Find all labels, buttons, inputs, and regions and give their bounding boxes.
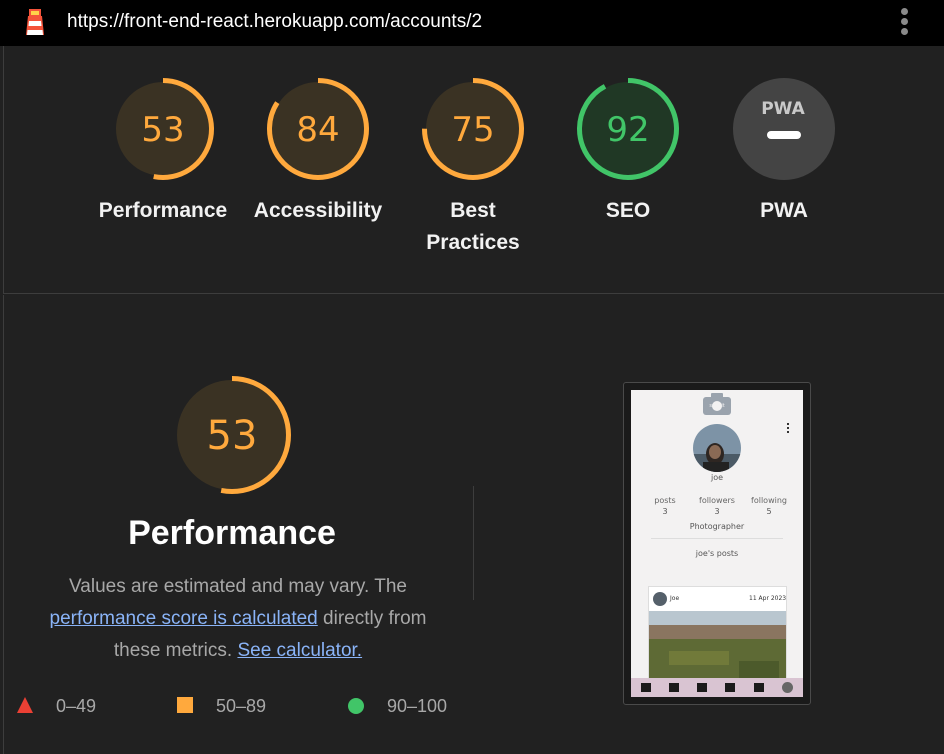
svg-text:PWA: PWA <box>761 99 805 119</box>
browser-address-bar: https://front-end-react.herokuapp.com/ac… <box>0 0 944 46</box>
performance-detail: 53 Performance Values are estimated and … <box>3 295 944 754</box>
post-card[interactable]: Joe 11 Apr 2023 <box>648 586 787 686</box>
gauge-label: PWA <box>760 199 808 222</box>
gauge-best-practices[interactable]: 75 Best Practices <box>398 46 548 259</box>
gauge-score: 84 <box>296 110 339 150</box>
gauge-pwa[interactable]: PWA PWA <box>709 46 859 227</box>
add-post-icon[interactable] <box>725 683 735 692</box>
more-options-icon[interactable] <box>787 423 789 433</box>
gauge-ring: 84 <box>267 78 369 180</box>
gauge-ring: 75 <box>422 78 524 180</box>
performance-gauge-large: 53 <box>173 376 291 494</box>
lighthouse-icon <box>26 9 44 35</box>
see-calculator-link[interactable]: See calculator. <box>237 640 362 661</box>
gauge-score: 53 <box>141 110 184 150</box>
gauge-score: 92 <box>606 110 649 150</box>
triangle-icon <box>17 697 33 713</box>
sign-out-icon[interactable] <box>697 683 707 692</box>
gauge-accessibility[interactable]: 84 Accessibility <box>243 46 393 227</box>
score-calculated-link[interactable]: performance score is calculated <box>50 608 318 629</box>
score-summary: 53 Performance 84 Accessibility 75 Best … <box>3 46 944 294</box>
camera-logo-icon: snapit <box>703 393 731 415</box>
bookmark-icon[interactable] <box>754 683 764 692</box>
gauge-label: SEO <box>605 199 651 222</box>
gauge-ring: 53 <box>112 78 214 180</box>
circle-icon <box>348 698 364 714</box>
gauge-label: Best Practices <box>426 199 520 254</box>
profile-username: joe <box>710 473 724 482</box>
home-icon[interactable] <box>641 683 651 692</box>
mail-icon[interactable] <box>669 683 679 692</box>
screenshot-viewport: snapit joe posts 3 followers 3 following… <box>631 390 803 697</box>
square-icon <box>177 697 193 713</box>
page-screenshot[interactable]: snapit joe posts 3 followers 3 following… <box>623 382 811 705</box>
gauge-label: Performance <box>98 199 228 222</box>
url-text[interactable]: https://front-end-react.herokuapp.com/ac… <box>67 11 482 33</box>
gauge-score: 75 <box>451 110 494 150</box>
performance-score: 53 <box>207 413 258 459</box>
divider <box>473 486 474 600</box>
pwa-badge-icon: PWA <box>733 78 835 180</box>
posts-heading: joe's posts <box>695 549 739 558</box>
gauge-ring: 92 <box>577 78 679 180</box>
performance-title: Performance <box>128 514 336 552</box>
profile-bio: Photographer <box>689 522 745 531</box>
svg-text:snapit: snapit <box>709 403 724 409</box>
gauge-performance[interactable]: 53 Performance <box>88 46 238 227</box>
gauge-seo[interactable]: 92 SEO <box>553 46 703 227</box>
post-image <box>649 611 786 685</box>
kebab-menu-icon[interactable] <box>897 8 911 36</box>
bottom-navbar <box>631 678 803 697</box>
profile-avatar <box>693 424 741 472</box>
gauge-label: Accessibility <box>253 199 383 222</box>
performance-description: Values are estimated and may vary. The p… <box>49 576 427 661</box>
avatar[interactable] <box>782 682 793 693</box>
